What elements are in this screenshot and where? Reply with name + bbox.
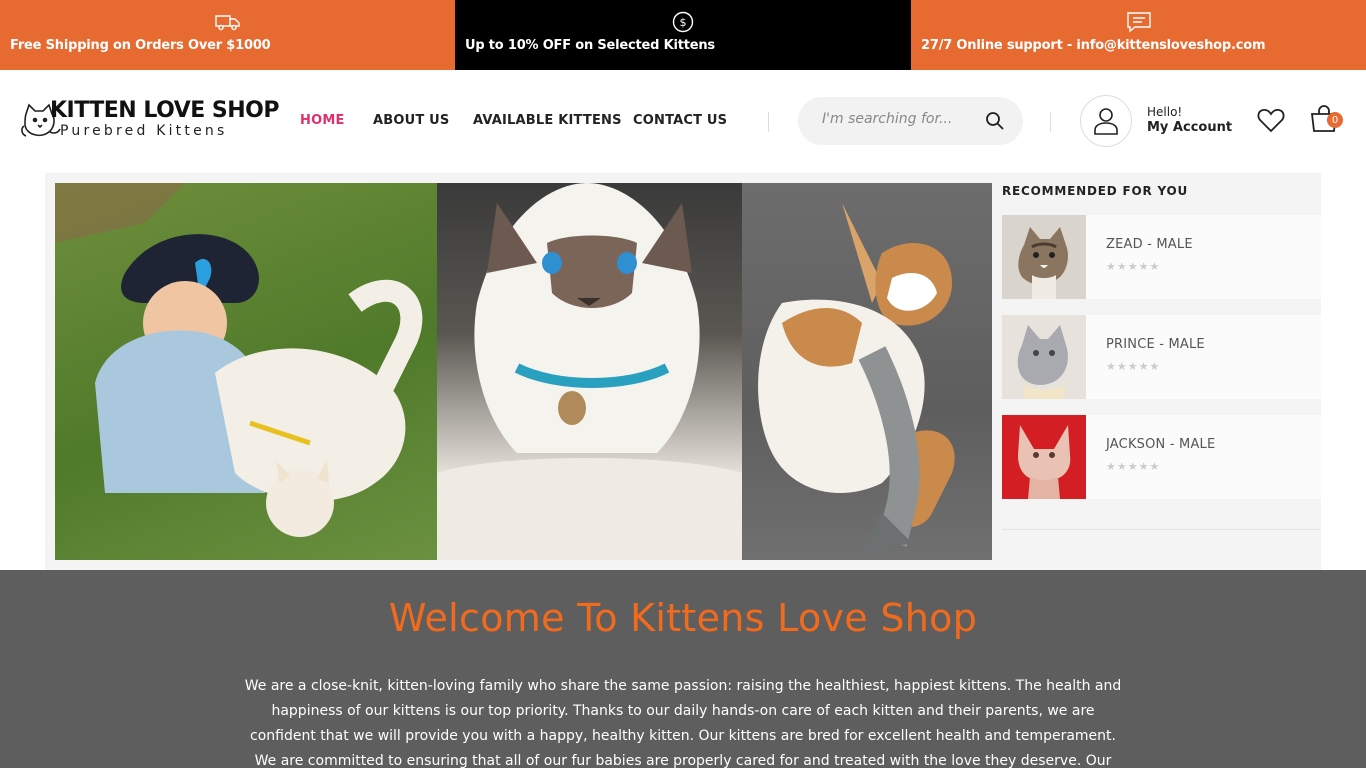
nav-home[interactable]: HOME: [300, 113, 345, 128]
recommended-title: RECOMMENDED FOR YOU: [1002, 184, 1189, 198]
rating-stars-icon: ★★★★★: [1106, 460, 1161, 473]
recommended-panel: RECOMMENDED FOR YOU ZEAD - MALE ★★★★★ PR…: [1002, 173, 1321, 530]
promo-shipping: Free Shipping on Orders Over $1000: [0, 0, 455, 70]
promo-bar: Free Shipping on Orders Over $1000 $ Up …: [0, 0, 1366, 70]
promo-support-text[interactable]: 27/7 Online support - info@kittenslovesh…: [921, 38, 1266, 53]
logo-tagline: Purebred Kittens: [60, 123, 228, 139]
promo-shipping-text: Free Shipping on Orders Over $1000: [10, 38, 271, 53]
promo-discount: $ Up to 10% OFF on Selected Kittens: [455, 0, 911, 70]
welcome-body: We are a close-knit, kitten-loving famil…: [244, 678, 1122, 768]
hero-photo-boy-with-kitten: [55, 183, 437, 560]
kitten-thumbnail[interactable]: [1002, 315, 1086, 399]
site-logo[interactable]: KITTEN LOVE SHOP Purebred Kittens: [20, 98, 280, 146]
recommended-item[interactable]: JACKSON - MALE ★★★★★: [1002, 415, 1321, 499]
search-input[interactable]: [822, 111, 982, 127]
truck-icon: [214, 11, 241, 33]
hero-photo-kitten-with-fish-toy: [742, 183, 992, 560]
recommended-item-name[interactable]: PRINCE - MALE: [1106, 337, 1205, 352]
heart-icon[interactable]: [1257, 107, 1285, 133]
rating-stars-icon: ★★★★★: [1106, 260, 1161, 273]
cart-button[interactable]: 0: [1309, 104, 1343, 134]
hero-photo-blue-eyed-kitten: [437, 183, 742, 560]
header-divider: [768, 112, 769, 132]
cart-count-badge: 0: [1327, 112, 1343, 128]
account-label[interactable]: My Account: [1147, 120, 1232, 135]
recommended-item-name[interactable]: JACKSON - MALE: [1106, 437, 1215, 452]
promo-support: 27/7 Online support - info@kittenslovesh…: [911, 0, 1366, 70]
chat-bubble-icon: [1126, 11, 1152, 33]
header-divider: [1050, 112, 1051, 132]
welcome-section: Welcome To Kittens Love Shop We are a cl…: [0, 570, 1366, 768]
recommended-item-name[interactable]: ZEAD - MALE: [1106, 237, 1193, 252]
kitten-thumbnail[interactable]: [1002, 215, 1086, 299]
account-link[interactable]: Hello! My Account: [1147, 105, 1232, 135]
hero-banner[interactable]: [55, 183, 992, 560]
recommended-divider: [1002, 529, 1321, 530]
rating-stars-icon: ★★★★★: [1106, 360, 1161, 373]
nav-contact-us[interactable]: CONTACT US: [633, 113, 727, 128]
recommended-item[interactable]: PRINCE - MALE ★★★★★: [1002, 315, 1321, 399]
kitten-thumbnail[interactable]: [1002, 415, 1086, 499]
promo-discount-text: Up to 10% OFF on Selected Kittens: [465, 38, 715, 53]
recommended-item[interactable]: ZEAD - MALE ★★★★★: [1002, 215, 1321, 299]
site-header: KITTEN LOVE SHOP Purebred Kittens HOME A…: [0, 70, 1366, 173]
welcome-title: Welcome To Kittens Love Shop: [388, 596, 978, 640]
account-greeting: Hello!: [1147, 105, 1183, 119]
dollar-coin-icon: $: [670, 11, 696, 33]
nav-available-kittens[interactable]: AVAILABLE KITTENS: [473, 113, 622, 128]
user-icon[interactable]: [1080, 95, 1132, 147]
svg-text:$: $: [680, 16, 687, 29]
search-icon[interactable]: [985, 111, 1005, 131]
logo-brand: KITTEN LOVE SHOP: [50, 98, 280, 123]
search-box[interactable]: [798, 97, 1023, 145]
nav-about-us[interactable]: ABOUT US: [373, 113, 450, 128]
